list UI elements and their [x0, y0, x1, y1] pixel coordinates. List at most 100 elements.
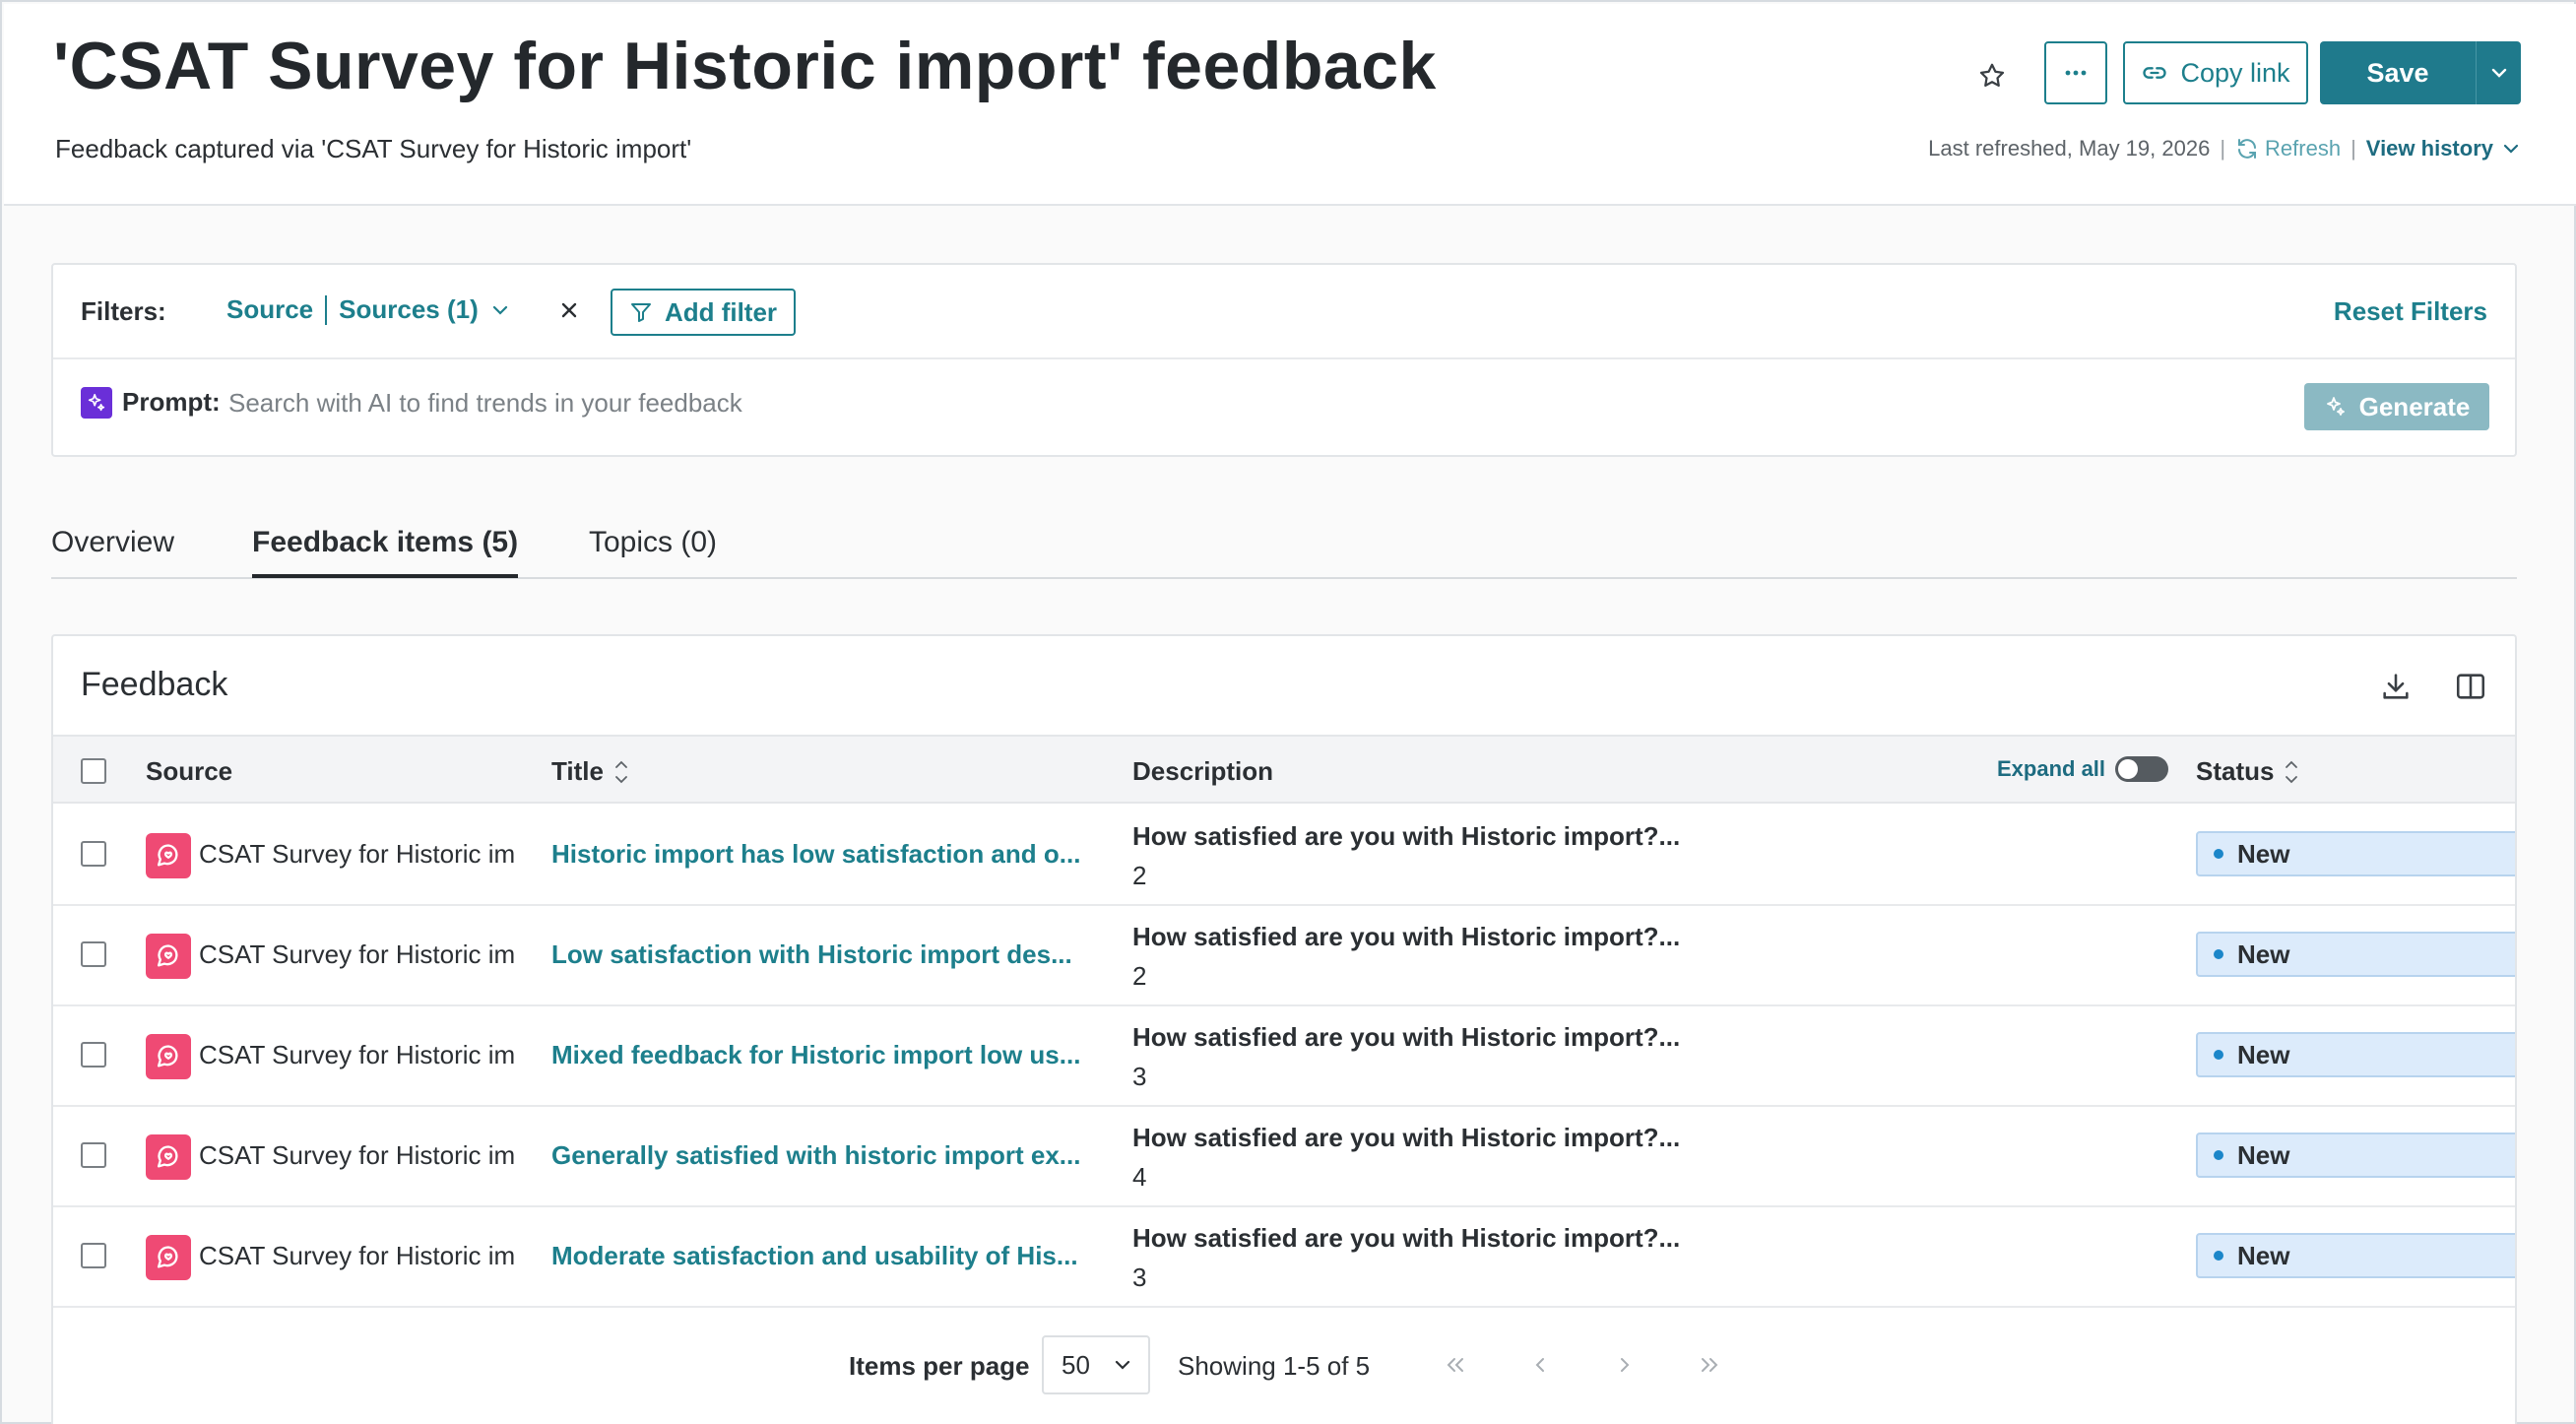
- status-label: New: [2237, 939, 2290, 969]
- refresh-button[interactable]: Refresh: [2235, 136, 2341, 162]
- row-checkbox[interactable]: [81, 941, 106, 967]
- row-source: CSAT Survey for Historic im: [199, 1241, 516, 1270]
- previous-page-button[interactable]: [1520, 1345, 1560, 1385]
- row-description-question: How satisfied are you with Historic impo…: [1132, 1022, 1681, 1052]
- row-checkbox[interactable]: [81, 1142, 106, 1168]
- view-tabs: Overview Feedback items (5) Topics (0): [51, 516, 2517, 579]
- row-title-link[interactable]: Mixed feedback for Historic import low u…: [551, 1040, 1123, 1070]
- first-page-button[interactable]: [1436, 1345, 1475, 1385]
- view-history-button[interactable]: View history: [2366, 136, 2519, 162]
- row-description-answer: 4: [1132, 1162, 1147, 1192]
- column-title-label: Title: [551, 756, 604, 786]
- row-checkbox[interactable]: [81, 1042, 106, 1068]
- page-title: 'CSAT Survey for Historic import' feedba…: [53, 29, 1437, 103]
- survey-chat-icon: [146, 934, 191, 979]
- columns-icon[interactable]: [2454, 670, 2487, 703]
- status-badge[interactable]: New: [2196, 1032, 2515, 1077]
- link-icon: [2143, 67, 2167, 79]
- row-source: CSAT Survey for Historic im: [199, 839, 516, 869]
- table-row[interactable]: CSAT Survey for Historic im Low satisfact…: [53, 906, 2515, 1006]
- chip-divider: [325, 294, 328, 325]
- table-row[interactable]: CSAT Survey for Historic im Historic impo…: [53, 806, 2515, 906]
- app-frame: 'CSAT Survey for Historic import' feedba…: [0, 0, 2576, 1424]
- page-subtitle: Feedback captured via 'CSAT Survey for H…: [55, 134, 692, 163]
- table-header: Source Title Description Expand all Stat…: [53, 735, 2515, 804]
- column-source: Source: [146, 756, 233, 786]
- source-filter-chip[interactable]: Source Sources (1): [226, 294, 508, 325]
- column-status[interactable]: Status: [2196, 756, 2299, 787]
- refresh-icon: [2238, 139, 2257, 159]
- status-badge[interactable]: New: [2196, 1233, 2515, 1278]
- row-title-link[interactable]: Historic import has low satisfaction and…: [551, 839, 1123, 870]
- copy-link-button[interactable]: Copy link: [2123, 41, 2308, 104]
- row-title-link[interactable]: Low satisfaction with Historic import de…: [551, 939, 1123, 970]
- status-dot: [2214, 1251, 2223, 1261]
- refresh-status: Last refreshed, May 19, 2026 | Refresh |…: [1928, 136, 2519, 162]
- sort-icon: [2286, 760, 2298, 783]
- sparkle-icon: [2326, 397, 2345, 416]
- chevron-down-icon: [2503, 144, 2519, 154]
- close-icon: [561, 302, 577, 318]
- status-label: New: [2237, 838, 2290, 869]
- table-row[interactable]: CSAT Survey for Historic im Mixed feedbac…: [53, 1006, 2515, 1107]
- items-per-page-select[interactable]: 50: [1042, 1335, 1150, 1394]
- expand-all-label: Expand all: [1997, 756, 2106, 781]
- row-description-answer: 2: [1132, 861, 1147, 890]
- tab-topics[interactable]: Topics (0): [589, 526, 717, 559]
- reset-filters-link[interactable]: Reset Filters: [2334, 296, 2487, 327]
- survey-chat-icon: [146, 1235, 191, 1280]
- save-button[interactable]: Save: [2320, 41, 2521, 104]
- row-checkbox[interactable]: [81, 841, 106, 867]
- tab-overview[interactable]: Overview: [51, 526, 174, 559]
- generate-label: Generate: [2358, 391, 2471, 421]
- tab-feedback-items[interactable]: Feedback items (5): [252, 526, 519, 578]
- expand-all-control[interactable]: Expand all: [1997, 756, 2169, 782]
- row-description-answer: 2: [1132, 961, 1147, 991]
- add-filter-button[interactable]: Add filter: [611, 289, 796, 336]
- status-badge[interactable]: New: [2196, 831, 2515, 876]
- save-dropdown-toggle[interactable]: [2476, 41, 2521, 104]
- card-title: Feedback: [81, 666, 228, 703]
- prompt-input[interactable]: [228, 381, 2296, 424]
- row-description-question: How satisfied are you with Historic impo…: [1132, 922, 1681, 951]
- favorite-button[interactable]: [1967, 51, 2017, 100]
- view-history-label: View history: [2365, 136, 2493, 161]
- chevron-down-icon: [2491, 68, 2506, 78]
- table-row[interactable]: CSAT Survey for Historic im Moderate sati…: [53, 1207, 2515, 1308]
- select-all-checkbox[interactable]: [81, 758, 106, 784]
- status-badge[interactable]: New: [2196, 932, 2515, 977]
- row-description-question: How satisfied are you with Historic impo…: [1132, 1223, 1681, 1253]
- filters-label: Filters:: [81, 296, 166, 326]
- column-status-label: Status: [2196, 756, 2275, 786]
- column-title[interactable]: Title: [551, 756, 629, 787]
- filter-icon: [630, 303, 651, 322]
- status-dot: [2214, 949, 2223, 959]
- items-per-page-value: 50: [1062, 1349, 1090, 1380]
- status-badge[interactable]: New: [2196, 1133, 2515, 1178]
- filter-panel: Filters: Source Sources (1) Add filter R…: [51, 263, 2517, 457]
- more-options-button[interactable]: [2044, 41, 2107, 104]
- status-dot: [2214, 1050, 2223, 1060]
- download-icon[interactable]: [2379, 670, 2413, 703]
- next-page-button[interactable]: [1605, 1345, 1644, 1385]
- save-label: Save: [2366, 57, 2429, 88]
- ellipsis-icon: [2065, 70, 2087, 76]
- chip-field: Source: [226, 294, 314, 324]
- generate-button[interactable]: Generate: [2304, 383, 2489, 430]
- showing-range: Showing 1-5 of 5: [1178, 1351, 1371, 1381]
- status-label: New: [2237, 1039, 2290, 1069]
- refresh-label: Refresh: [2265, 136, 2342, 161]
- add-filter-label: Add filter: [664, 296, 778, 327]
- row-title-link[interactable]: Moderate satisfaction and usability of H…: [551, 1241, 1123, 1271]
- expand-all-toggle[interactable]: [2115, 756, 2169, 782]
- table-row[interactable]: CSAT Survey for Historic im Generally sat…: [53, 1107, 2515, 1207]
- copy-link-label: Copy link: [2180, 57, 2290, 88]
- row-title-link[interactable]: Generally satisfied with historic import…: [551, 1140, 1123, 1171]
- row-description-question: How satisfied are you with Historic impo…: [1132, 1123, 1681, 1152]
- row-checkbox[interactable]: [81, 1243, 106, 1268]
- double-chevron-left-icon: [1447, 1358, 1463, 1372]
- chevron-right-icon: [1621, 1358, 1630, 1372]
- separator: |: [2220, 136, 2226, 161]
- last-page-button[interactable]: [1690, 1345, 1729, 1385]
- remove-filter-button[interactable]: [555, 296, 583, 324]
